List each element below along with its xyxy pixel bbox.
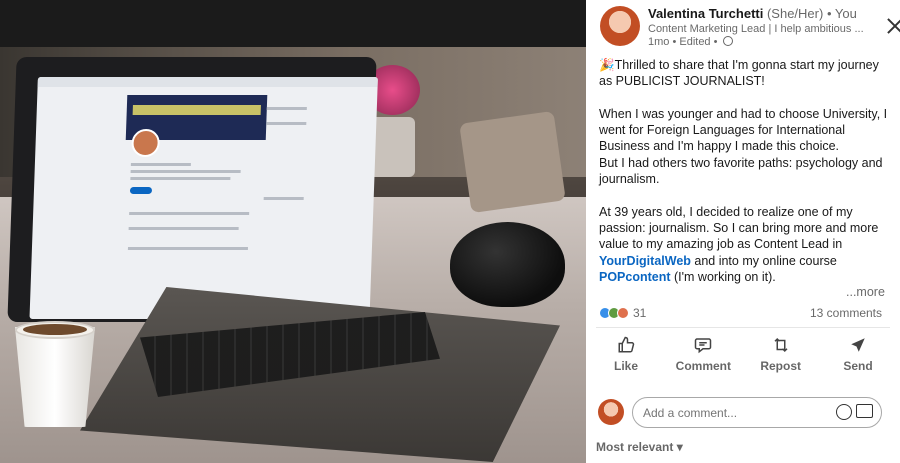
send-button[interactable]: Send <box>824 336 892 380</box>
author-relation: • You <box>826 6 857 21</box>
avatar <box>598 399 624 425</box>
laptop-lid <box>7 57 378 322</box>
link-popcontent[interactable]: POPcontent <box>599 270 671 284</box>
laptop-screen <box>29 77 378 319</box>
reactions-summary[interactable]: 31 <box>599 306 646 320</box>
author-headline: Content Marketing Lead | I help ambitiou… <box>648 23 864 35</box>
repost-button[interactable]: Repost <box>747 336 815 380</box>
comment-sort-dropdown[interactable]: Most relevant ▾ <box>596 440 683 454</box>
divider <box>596 327 890 328</box>
media-top-bar <box>0 0 586 47</box>
like-icon <box>618 336 635 353</box>
repost-icon <box>774 337 788 353</box>
post-header: Valentina Turchetti (She/Her) • You Cont… <box>600 6 890 51</box>
post-time: 1mo • Edited • <box>648 36 718 48</box>
post-paragraph: At 39 years old, I decided to realize on… <box>599 204 879 284</box>
post-photo <box>0 47 586 463</box>
comment-button[interactable]: Comment <box>669 336 737 380</box>
close-icon[interactable] <box>887 18 900 34</box>
post-viewer: Valentina Turchetti (She/Her) • You Cont… <box>0 0 900 463</box>
post-meta: 1mo • Edited • <box>648 36 733 48</box>
post-paragraph: 🎉Thrilled to share that I'm gonna start … <box>599 58 879 89</box>
globe-icon <box>722 36 733 46</box>
post-body: 🎉Thrilled to share that I'm gonna start … <box>599 57 889 301</box>
love-reaction-icon <box>617 307 629 319</box>
author-name[interactable]: Valentina Turchetti <box>648 6 763 21</box>
author-pronouns: (She/Her) <box>766 6 824 21</box>
comments-count[interactable]: 13 comments <box>810 306 882 320</box>
photo-frame <box>459 110 566 214</box>
like-label: Like <box>613 359 638 373</box>
link-yourdigitalweb[interactable]: YourDigitalWeb <box>599 254 691 268</box>
comment-composer <box>598 397 888 429</box>
image-icon[interactable] <box>856 404 873 418</box>
like-button[interactable]: Like <box>592 336 660 380</box>
author-line: Valentina Turchetti (She/Her) • You <box>648 6 857 21</box>
reaction-count: 31 <box>633 306 647 320</box>
avatar[interactable] <box>600 6 640 46</box>
send-label: Send <box>843 359 873 373</box>
comment-label: Comment <box>675 359 731 373</box>
emoji-icon[interactable] <box>836 404 852 420</box>
social-actions: Like Comment Repost Send <box>592 336 892 380</box>
photo-mouse <box>450 222 565 307</box>
comment-icon <box>695 338 712 354</box>
post-panel: Valentina Turchetti (She/Her) • You Cont… <box>586 0 900 463</box>
send-icon <box>851 338 865 352</box>
photo-cup <box>15 327 95 427</box>
repost-label: Repost <box>760 359 801 373</box>
see-more-button[interactable]: ...more <box>846 285 885 299</box>
post-paragraph: When I was younger and had to choose Uni… <box>599 106 888 187</box>
post-media[interactable] <box>0 0 586 463</box>
